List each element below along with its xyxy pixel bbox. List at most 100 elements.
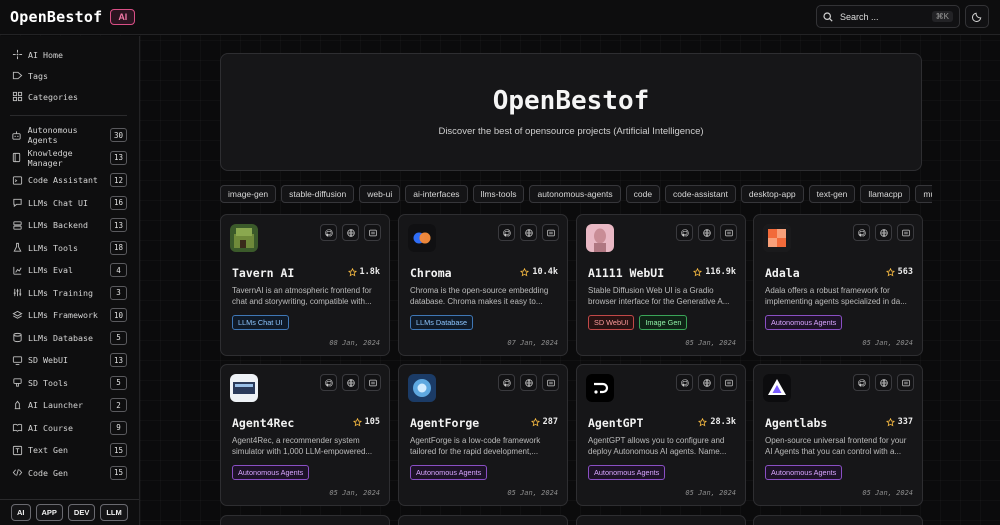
description-line: browser interface for the Generative A..…	[588, 296, 730, 306]
database-icon	[11, 332, 23, 344]
tag-chip[interactable]: code	[625, 185, 661, 203]
github-link-button[interactable]	[853, 224, 870, 241]
project-name[interactable]: Agentlabs	[765, 416, 827, 430]
github-link-button[interactable]	[320, 224, 337, 241]
sidebar-item-count: 15	[110, 465, 127, 480]
star-value: 28.3k	[710, 417, 736, 427]
tag-chip[interactable]: image-gen	[220, 185, 277, 203]
tag-chip[interactable]: autonomous-agents	[529, 185, 621, 203]
article-link-button[interactable]	[542, 374, 559, 391]
article-link-button[interactable]	[897, 224, 914, 241]
sidebar-item-llms-database[interactable]: LLMs Database 5	[0, 327, 139, 350]
sidebar-item-code-gen[interactable]: Code Gen 15	[0, 462, 139, 485]
globe-link-button[interactable]	[520, 374, 537, 391]
category-badge[interactable]: SD WebUI	[588, 315, 635, 330]
brush-icon	[11, 377, 23, 389]
section-button-ai[interactable]: AI	[11, 504, 31, 521]
article-link-button[interactable]	[720, 374, 737, 391]
globe-link-button[interactable]	[342, 374, 359, 391]
article-link-button[interactable]	[364, 224, 381, 241]
sidebar-item-llms-eval[interactable]: LLMs Eval 4	[0, 259, 139, 282]
article-link-button[interactable]	[542, 224, 559, 241]
globe-link-button[interactable]	[875, 374, 892, 391]
project-card[interactable]: A1111 WebUI 116.9k Stable Diffusion Web UI…	[576, 214, 746, 356]
project-logo	[408, 224, 436, 252]
sidebar-nav-tags[interactable]: Tags	[0, 65, 139, 86]
article-link-button[interactable]	[720, 224, 737, 241]
category-badge[interactable]: LLMs Chat UI	[232, 315, 289, 330]
search-button[interactable]: Search ... ⌘K	[816, 5, 960, 28]
category-badge[interactable]: Autonomous Agents	[765, 315, 843, 330]
project-name[interactable]: Adala	[765, 266, 800, 280]
sidebar-nav-categories[interactable]: Categories	[0, 86, 139, 107]
sidebar-item-llms-training[interactable]: LLMs Training 3	[0, 282, 139, 305]
category-badge[interactable]: Autonomous Agents	[232, 465, 310, 480]
section-button-dev[interactable]: DEV	[67, 504, 96, 521]
project-card[interactable]: Chroma 10.4k Chroma is the open-source emb…	[398, 214, 568, 356]
tag-chip[interactable]: code-assistant	[665, 185, 736, 203]
tag-chip[interactable]: ai-interfaces	[405, 185, 468, 203]
category-badge[interactable]: Autonomous Agents	[765, 465, 843, 480]
github-link-button[interactable]	[498, 374, 515, 391]
github-link-button[interactable]	[320, 374, 337, 391]
grid-icon	[12, 91, 22, 102]
sidebar-item-sd-tools[interactable]: SD Tools 5	[0, 372, 139, 395]
sidebar-item-llms-chat-ui[interactable]: LLMs Chat UI 16	[0, 192, 139, 215]
article-link-button[interactable]	[897, 374, 914, 391]
tag-chip[interactable]: llms-tools	[472, 185, 525, 203]
section-button-app[interactable]: APP	[35, 504, 63, 521]
theme-toggle-button[interactable]	[965, 5, 989, 28]
tag-chip[interactable]: text-gen	[808, 185, 856, 203]
sidebar-item-sd-webui[interactable]: SD WebUI 13	[0, 349, 139, 372]
project-card[interactable]: AgentForge 287 AgentForge is a low-code fr…	[398, 364, 568, 506]
article-link-button[interactable]	[364, 374, 381, 391]
project-name[interactable]: A1111 WebUI	[588, 266, 664, 280]
category-badge[interactable]: LLMs Database	[410, 315, 474, 330]
globe-link-button[interactable]	[520, 224, 537, 241]
category-badge[interactable]: Image Gen	[639, 315, 688, 330]
logo-badge: AI	[110, 9, 136, 25]
tag-chip[interactable]: desktop-app	[740, 185, 804, 203]
project-name[interactable]: Agent4Rec	[232, 416, 294, 430]
category-badge[interactable]: Autonomous Agents	[410, 465, 488, 480]
project-name[interactable]: Chroma	[410, 266, 452, 280]
sidebar-item-llms-tools[interactable]: LLMs Tools 18	[0, 237, 139, 260]
hero-banner: OpenBestof Discover the best of opensour…	[220, 53, 922, 171]
github-link-button[interactable]	[676, 224, 693, 241]
project-card[interactable]: Agent4Rec 105 Agent4Rec, a recommender sys…	[220, 364, 390, 506]
category-badge[interactable]: Autonomous Agents	[588, 465, 666, 480]
github-icon	[324, 378, 333, 387]
github-link-button[interactable]	[498, 224, 515, 241]
sidebar-item-ai-course[interactable]: AI Course 9	[0, 417, 139, 440]
project-name[interactable]: Tavern AI	[232, 266, 294, 280]
tag-chip[interactable]: llamacpp	[860, 185, 911, 203]
sidebar-nav-ai-home[interactable]: AI Home	[0, 44, 139, 65]
project-card[interactable]: Adala 563 Adala offers a robust framework …	[753, 214, 923, 356]
project-card[interactable]: AgentGPT 28.3k AgentGPT allows you to conf…	[576, 364, 746, 506]
tag-chip[interactable]: multi-	[915, 185, 932, 203]
globe-link-button[interactable]	[342, 224, 359, 241]
globe-link-button[interactable]	[875, 224, 892, 241]
bot-icon	[12, 131, 21, 140]
globe-link-button[interactable]	[698, 374, 715, 391]
sidebar-item-code-assistant[interactable]: Code Assistant 12	[0, 169, 139, 192]
star-icon	[520, 267, 530, 276]
project-name[interactable]: AgentGPT	[588, 416, 643, 430]
github-link-button[interactable]	[853, 374, 870, 391]
project-name[interactable]: AgentForge	[410, 416, 479, 430]
tag-chip[interactable]: web-ui	[359, 185, 401, 203]
site-logo[interactable]: OpenBestof	[10, 8, 102, 26]
star-value: 10.4k	[532, 267, 558, 277]
sidebar-item-text-gen[interactable]: Text Gen 15	[0, 439, 139, 462]
sidebar-item-llms-backend[interactable]: LLMs Backend 13	[0, 214, 139, 237]
sidebar-item-ai-launcher[interactable]: AI Launcher 2	[0, 394, 139, 417]
github-link-button[interactable]	[676, 374, 693, 391]
sidebar-item-autonomous-agents[interactable]: Autonomous Agents 30	[0, 124, 139, 147]
section-button-llm[interactable]: LLM	[100, 504, 128, 521]
sidebar-item-llms-framework[interactable]: LLMs Framework 10	[0, 304, 139, 327]
project-card[interactable]: Tavern AI 1.8k TavernAI is an atmospheric …	[220, 214, 390, 356]
tag-chip[interactable]: stable-diffusion	[281, 185, 355, 203]
sidebar-item-knowledge-manager[interactable]: Knowledge Manager 13	[0, 147, 139, 170]
globe-link-button[interactable]	[698, 224, 715, 241]
project-card[interactable]: Agentlabs 337 Open-source universal fronte…	[753, 364, 923, 506]
